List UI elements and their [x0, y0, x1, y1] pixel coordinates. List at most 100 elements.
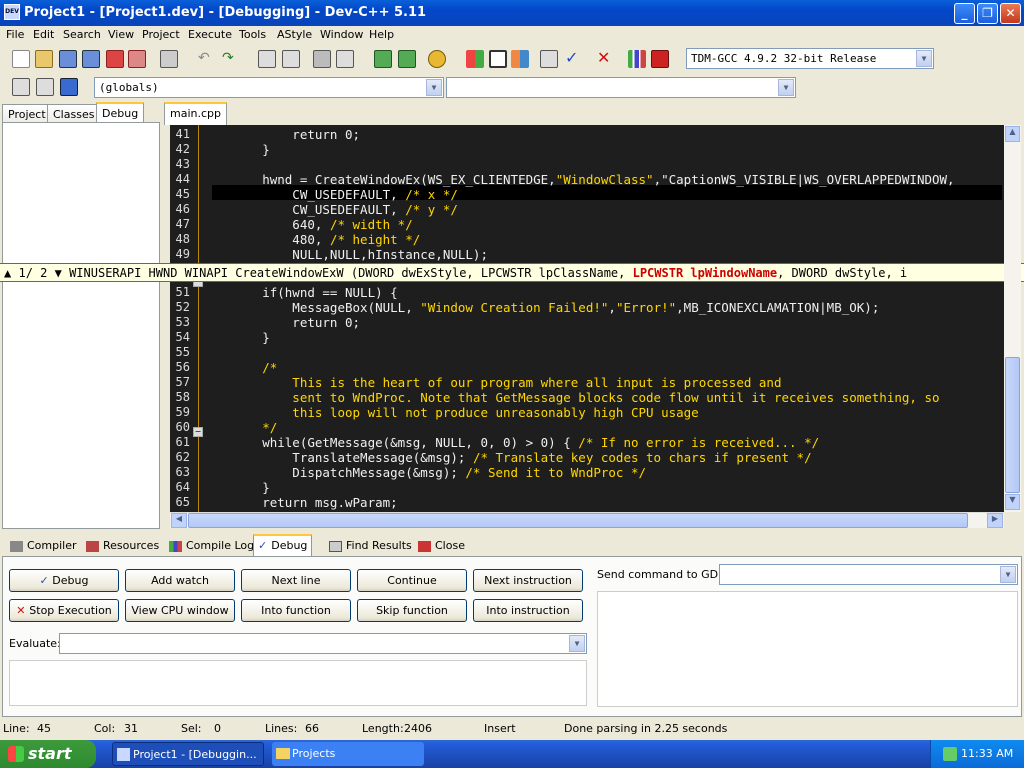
print-icon[interactable]	[160, 50, 178, 68]
gdb-command-input[interactable]: ▼	[719, 564, 1018, 585]
into-instruction-button[interactable]: Into instruction	[473, 599, 583, 622]
chevron-down-icon[interactable]: ▼	[1000, 566, 1016, 583]
scroll-up-icon[interactable]: ▲	[1005, 126, 1020, 142]
editor-horizontal-scrollbar[interactable]: ◀ ▶	[170, 512, 1004, 528]
menu-tools[interactable]: Tools	[239, 28, 266, 41]
menu-edit[interactable]: Edit	[33, 28, 54, 41]
next-line-button[interactable]: Next line	[241, 569, 351, 592]
tab-compile-log[interactable]: Compile Log	[165, 536, 258, 556]
menu-project[interactable]: Project	[142, 28, 180, 41]
tab-classes[interactable]: Classes	[47, 104, 101, 123]
project-options-icon[interactable]	[428, 50, 446, 68]
toggle-bookmark-icon[interactable]	[36, 78, 54, 96]
scroll-left-icon[interactable]: ◀	[171, 513, 187, 528]
compile-run-icon[interactable]	[511, 50, 529, 68]
delete-profile-icon[interactable]	[651, 50, 669, 68]
menu-view[interactable]: View	[108, 28, 134, 41]
insert-icon[interactable]	[12, 78, 30, 96]
start-button[interactable]: start	[0, 740, 96, 768]
into-function-button[interactable]: Into function	[241, 599, 351, 622]
compiler-select[interactable]: TDM-GCC 4.9.2 32-bit Release ▼	[686, 48, 934, 69]
maximize-button[interactable]: ❐	[977, 3, 998, 24]
line-number: 55	[175, 345, 190, 359]
gdb-output[interactable]	[597, 591, 1018, 707]
tab-find-results[interactable]: Find Results	[325, 536, 416, 556]
function-select[interactable]: ▼	[446, 77, 796, 98]
tab-close[interactable]: Close	[414, 536, 469, 556]
tab-debug-bottom[interactable]: ✓ Debug	[253, 534, 313, 556]
chevron-down-icon[interactable]: ▼	[916, 50, 932, 67]
profile-icon[interactable]	[628, 50, 646, 68]
close-button[interactable]: ✕	[1000, 3, 1021, 24]
save-all-icon[interactable]	[82, 50, 100, 68]
tab-project[interactable]: Project	[2, 104, 52, 123]
goto-bookmark-icon[interactable]	[60, 78, 78, 96]
close-file-icon[interactable]	[106, 50, 124, 68]
save-icon[interactable]	[59, 50, 77, 68]
continue-button[interactable]: Continue	[357, 569, 467, 592]
debug-button[interactable]: ✓ Debug	[9, 569, 119, 592]
scroll-right-icon[interactable]: ▶	[987, 513, 1003, 528]
tab-compiler[interactable]: Compiler	[6, 536, 81, 556]
tab-main-cpp[interactable]: main.cpp	[164, 102, 227, 125]
code-line: TranslateMessage(&msg); /* Translate key…	[202, 450, 812, 465]
taskbar-item-devcpp[interactable]: Project1 - [Debuggin...	[112, 742, 264, 766]
editor-vertical-scrollbar[interactable]: ▲ ▼	[1004, 125, 1021, 512]
check-icon[interactable]: ✓	[565, 48, 583, 67]
evaluate-output[interactable]	[9, 660, 587, 706]
skip-function-button[interactable]: Skip function	[357, 599, 467, 622]
chevron-down-icon[interactable]: ▼	[569, 635, 585, 652]
scroll-thumb[interactable]	[188, 513, 968, 528]
menu-execute[interactable]: Execute	[188, 28, 232, 41]
system-tray: 11:33 AM	[930, 740, 1024, 768]
add-to-project-icon[interactable]	[374, 50, 392, 68]
debug-watch-panel[interactable]	[2, 122, 160, 529]
menu-file[interactable]: File	[6, 28, 24, 41]
chevron-down-icon[interactable]: ▼	[426, 79, 442, 96]
compile-icon[interactable]	[466, 50, 484, 68]
tooltip-up-icon[interactable]: ▲	[4, 266, 11, 280]
rebuild-icon[interactable]	[540, 50, 558, 68]
run-icon[interactable]	[489, 50, 507, 68]
code-editor[interactable]: 41 42 43 44 45 46 47 48 49 51 52 53 54 55 56 57 58 59 60 61…	[170, 125, 1004, 512]
clock[interactable]: 11:33 AM	[961, 747, 1013, 760]
add-watch-button[interactable]: Add watch	[125, 569, 235, 592]
menu-window[interactable]: Window	[320, 28, 363, 41]
new-file-icon[interactable]	[12, 50, 30, 68]
stop-icon[interactable]: ✕	[597, 48, 615, 67]
chevron-down-icon[interactable]: ▼	[778, 79, 794, 96]
menu-search[interactable]: Search	[63, 28, 101, 41]
title-bar[interactable]: DEV Project1 - [Project1.dev] - [Debuggi…	[0, 0, 1024, 26]
code-line: This is the heart of our program where a…	[202, 375, 782, 390]
scope-select[interactable]: (globals) ▼	[94, 77, 444, 98]
find-icon[interactable]	[258, 50, 276, 68]
redo-icon[interactable]: ↷	[222, 50, 240, 68]
goto-line-icon[interactable]	[336, 50, 354, 68]
network-icon[interactable]	[943, 747, 957, 761]
open-file-icon[interactable]	[35, 50, 53, 68]
undo-icon[interactable]: ↶	[198, 50, 216, 68]
scroll-down-icon[interactable]: ▼	[1005, 494, 1020, 510]
code-line: hwnd = CreateWindowEx(WS_EX_CLIENTEDGE,"…	[202, 172, 955, 187]
taskbar-item-projects[interactable]: Projects	[272, 742, 424, 766]
goto-icon[interactable]	[313, 50, 331, 68]
view-cpu-window-button[interactable]: View CPU window	[125, 599, 235, 622]
tooltip-down-icon[interactable]: ▼	[55, 266, 62, 280]
minimize-button[interactable]: _	[954, 3, 975, 24]
code-line: */	[202, 420, 278, 435]
replace-icon[interactable]	[282, 50, 300, 68]
scroll-thumb[interactable]	[1005, 357, 1020, 493]
evaluate-input[interactable]: ▼	[59, 633, 587, 654]
tab-debug[interactable]: Debug	[96, 102, 145, 123]
line-number: 43	[175, 157, 190, 171]
line-number: 47	[175, 217, 190, 231]
code-line: /*	[202, 360, 278, 375]
remove-from-project-icon[interactable]	[398, 50, 416, 68]
menu-help[interactable]: Help	[369, 28, 394, 41]
tab-resources[interactable]: Resources	[82, 536, 163, 556]
close-all-icon[interactable]	[128, 50, 146, 68]
stop-execution-button[interactable]: ✕ Stop Execution	[9, 599, 119, 622]
line-number: 65	[175, 495, 190, 509]
next-instruction-button[interactable]: Next instruction	[473, 569, 583, 592]
menu-astyle[interactable]: AStyle	[277, 28, 312, 41]
